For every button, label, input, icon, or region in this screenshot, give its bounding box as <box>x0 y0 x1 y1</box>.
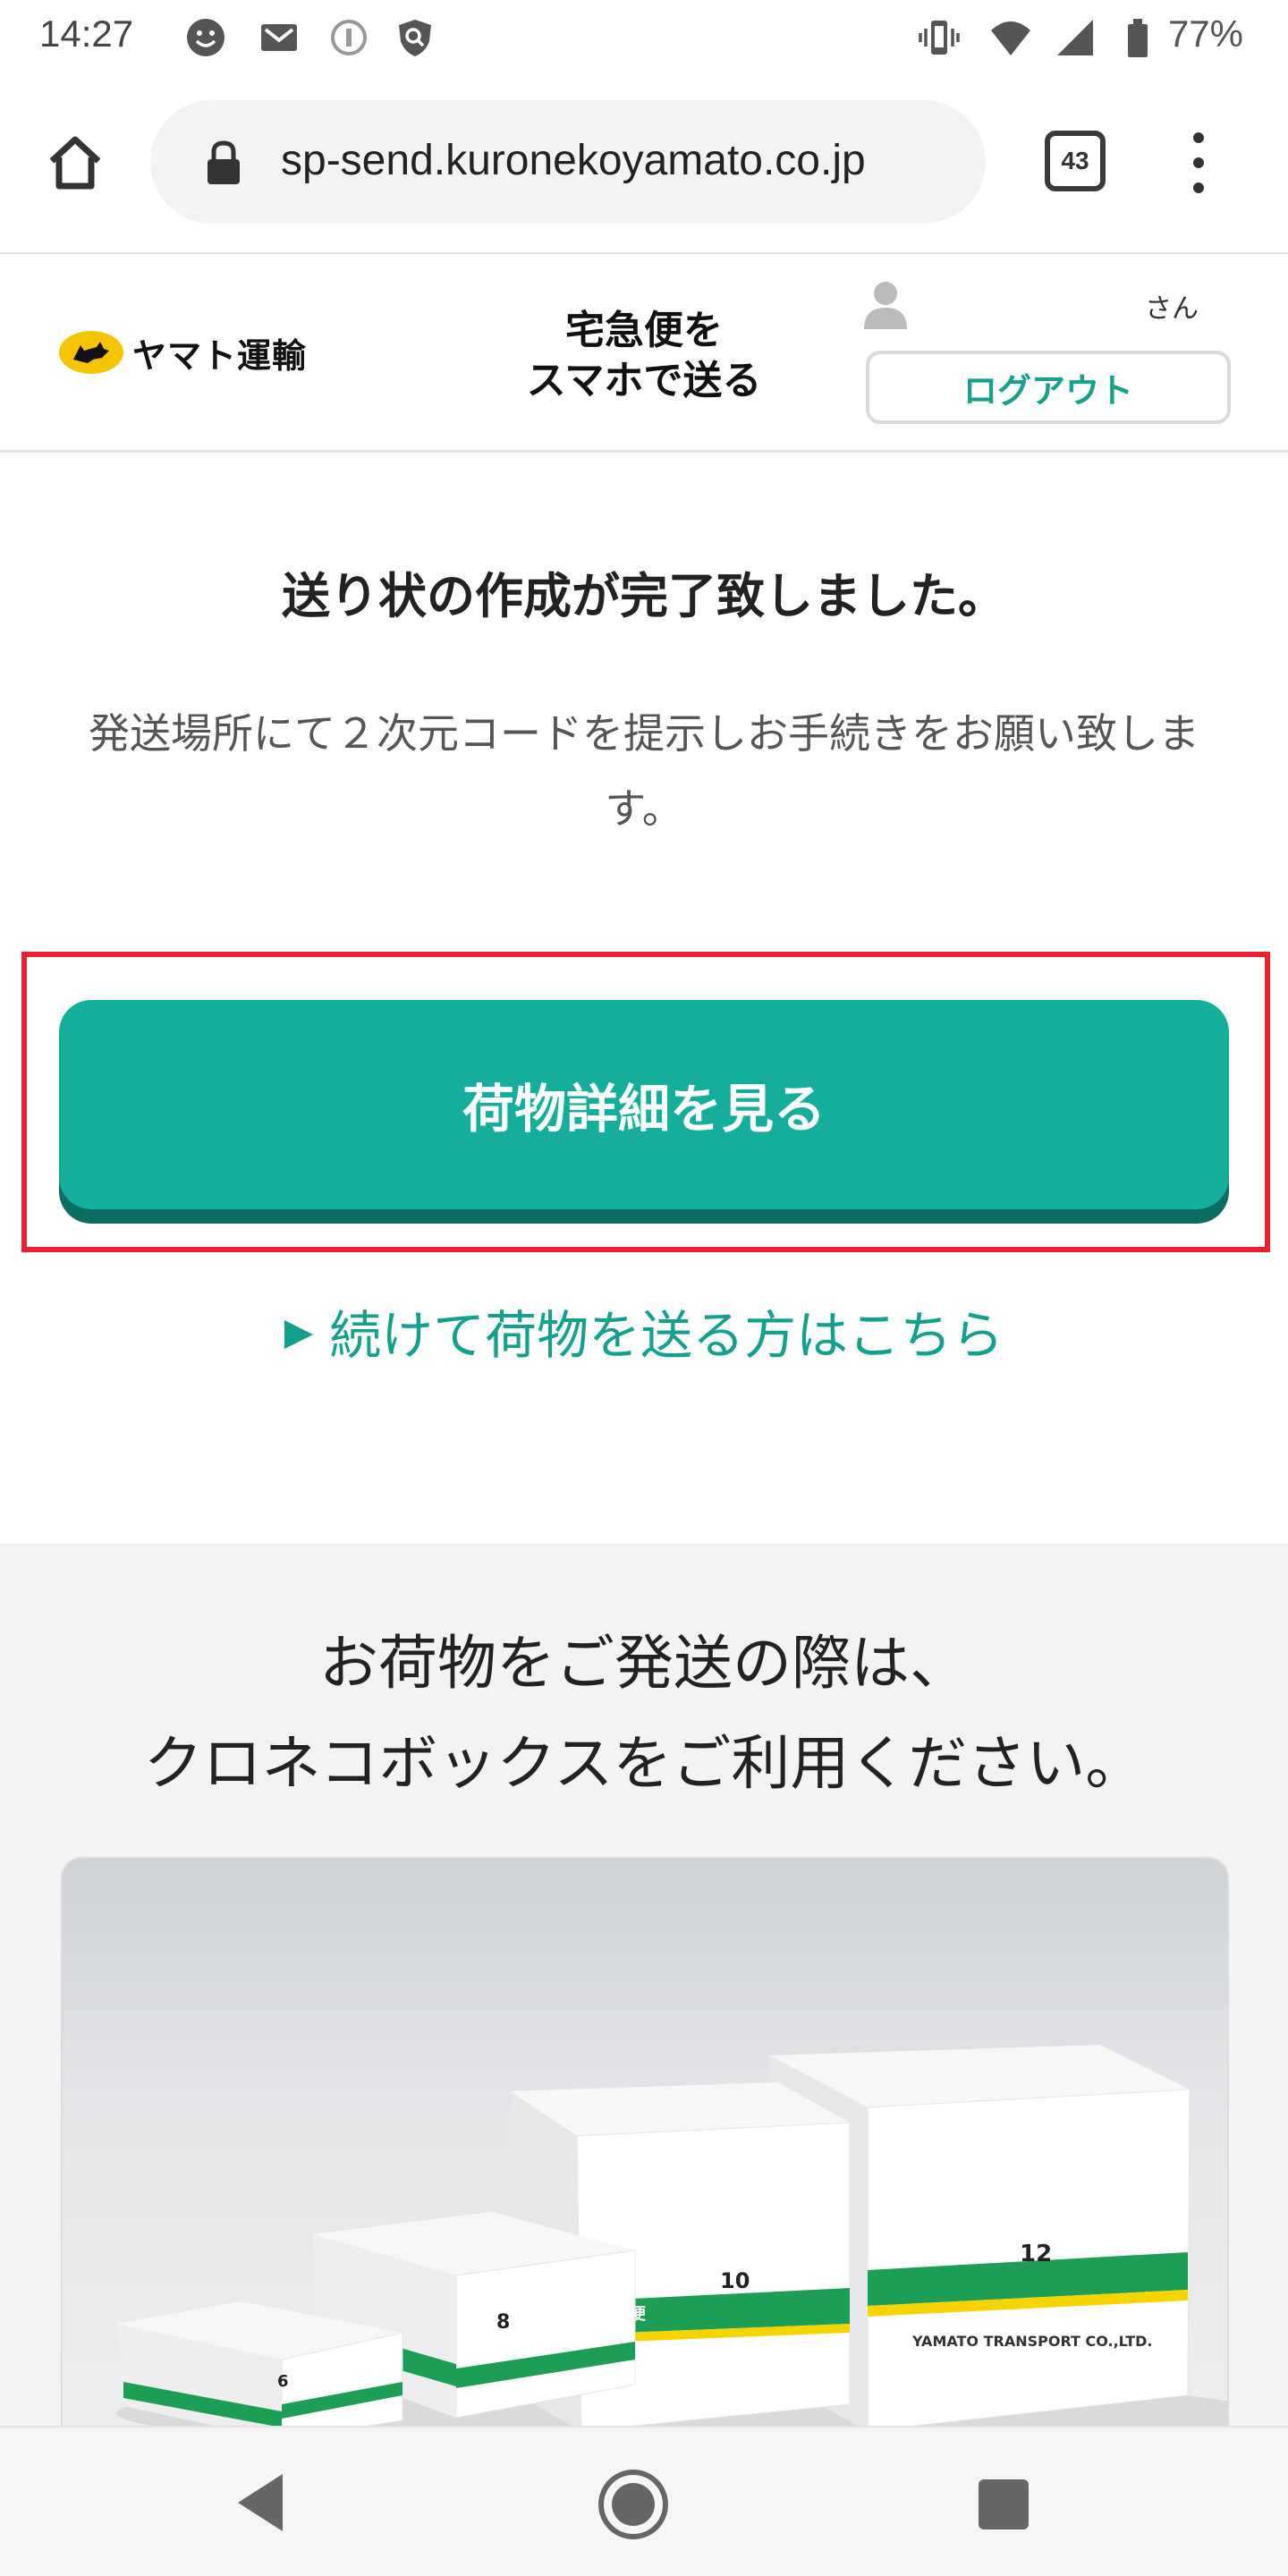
address-bar[interactable]: sp-send.kuronekoyamato.co.jp <box>150 100 986 224</box>
box-12-label: 12 <box>1020 2241 1052 2267</box>
view-package-details-button[interactable]: 荷物詳細を見る <box>59 1000 1229 1209</box>
smiley-icon <box>187 19 225 56</box>
promo-line2: クロネコボックスをご利用ください。 <box>143 1729 1145 1798</box>
promo-section: お荷物をご発送の際は、 クロネコボックスをご利用ください。 12 YAMATO … <box>0 1544 1288 2447</box>
play-triangle-icon: ▶ <box>284 1309 314 1353</box>
kuroneko-box-image: 12 YAMATO TRANSPORT CO.,LTD. 10 宅急便 <box>61 1857 1229 2447</box>
android-nav-bar <box>0 2426 1288 2576</box>
battery-icon <box>1128 19 1148 57</box>
home-icon <box>49 136 101 190</box>
completion-title: 送り状の作成が完了致しました。 <box>282 568 1006 624</box>
home-nav-icon[interactable] <box>596 2467 671 2542</box>
kuroneko-logo-icon <box>59 331 123 374</box>
main-content: 送り状の作成が完了致しました。 発送場所にて２次元コードを提示しお手続きをお願い… <box>0 453 1288 1544</box>
service-title: 宅急便を スマホで送る <box>501 306 787 406</box>
more-menu-icon[interactable] <box>1181 127 1216 199</box>
user-name-suffix: さん <box>1145 293 1199 325</box>
status-bar: 14:27 77% <box>0 0 1288 79</box>
logout-button[interactable]: ログアウト <box>866 351 1231 424</box>
yamato-logo[interactable]: ヤマト運輸 <box>57 326 307 379</box>
continue-sending-link[interactable]: ▶ 続けて荷物を送る方はこちら <box>0 1293 1288 1368</box>
browser-toolbar: sp-send.kuronekoyamato.co.jp 43 <box>0 79 1288 254</box>
lock-icon <box>208 140 240 184</box>
service-title-line1: 宅急便を <box>565 308 723 353</box>
user-area: さん ログアウト <box>859 275 1234 436</box>
logo-text: ヤマト運輸 <box>132 335 308 376</box>
battery-percent: 77% <box>1167 13 1243 55</box>
back-icon[interactable] <box>229 2467 293 2538</box>
wifi-icon <box>991 21 1030 55</box>
recent-apps-icon[interactable] <box>979 2479 1029 2529</box>
url-text: sp-send.kuronekoyamato.co.jp <box>281 137 866 184</box>
service-title-line2: スマホで送る <box>526 358 762 403</box>
site-header: ヤマト運輸 宅急便を スマホで送る さん ログアウト <box>0 254 1288 453</box>
vibrate-icon <box>919 21 960 55</box>
box-8-label: 8 <box>496 2311 510 2334</box>
signal-icon <box>1057 20 1093 55</box>
tab-switcher-button[interactable]: 43 <box>1045 131 1106 191</box>
info-icon <box>331 20 367 55</box>
promo-line1: お荷物をご発送の際は、 <box>319 1629 969 1698</box>
completion-description: 発送場所にて２次元コードを提示しお手続きをお願い致します。 <box>89 709 1199 833</box>
box-10-label: 10 <box>720 2268 750 2293</box>
user-icon <box>864 282 907 329</box>
mail-icon <box>261 24 297 51</box>
browser-home-button[interactable] <box>36 123 114 202</box>
shield-icon <box>399 20 431 56</box>
continue-sending-label: 続けて荷物を送る方はこちら <box>329 1305 1004 1366</box>
status-time: 14:27 <box>39 13 134 55</box>
box-6-label: 6 <box>277 2372 289 2391</box>
box-12-company: YAMATO TRANSPORT CO.,LTD. <box>911 2333 1153 2350</box>
boxes-illustration: 12 YAMATO TRANSPORT CO.,LTD. 10 宅急便 <box>116 2045 1227 2445</box>
promo-text: お荷物をご発送の際は、 クロネコボックスをご利用ください。 <box>0 1614 1288 1814</box>
